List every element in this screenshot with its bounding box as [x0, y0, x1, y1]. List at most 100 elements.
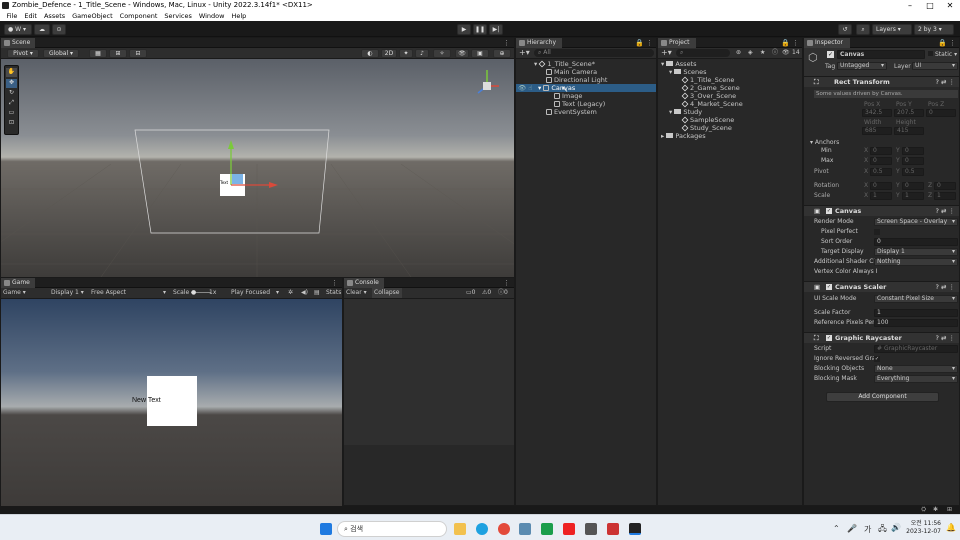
- ui-scale-mode-dropdown[interactable]: Constant Pixel Size ▾: [874, 295, 958, 303]
- component-menu-icons[interactable]: ? ⇄ ⋮: [935, 206, 955, 217]
- tab-scene[interactable]: Scene: [1, 38, 35, 48]
- scale-tool-icon[interactable]: ⤢: [6, 99, 17, 108]
- app-red-icon[interactable]: [607, 523, 619, 535]
- display-dropdown[interactable]: Display 1 ▾: [51, 288, 84, 298]
- object-name-field[interactable]: Canvas: [837, 50, 925, 59]
- audio-icon[interactable]: ♪: [415, 49, 429, 58]
- close-icon[interactable]: ✕: [940, 0, 960, 11]
- clock[interactable]: 오전 11:56 2023-12-07: [905, 520, 941, 536]
- play-button[interactable]: ▶: [457, 24, 471, 35]
- ignore-reversed-checkbox[interactable]: ✓: [874, 356, 880, 362]
- component-menu-icons[interactable]: ? ⇄ ⋮: [935, 282, 955, 293]
- unity-taskbar-icon[interactable]: [629, 523, 641, 535]
- start-icon[interactable]: [320, 523, 332, 535]
- tab-game[interactable]: Game: [1, 278, 35, 288]
- ref-ppu-field[interactable]: 100: [874, 319, 958, 327]
- project-item-study[interactable]: ▾ Study: [658, 108, 802, 116]
- more-icon[interactable]: ⋮: [503, 279, 510, 287]
- pause-button[interactable]: ❚❚: [473, 24, 487, 35]
- target-display-dropdown[interactable]: Display 1 ▾: [874, 248, 958, 256]
- error-count[interactable]: ⓘ0: [498, 288, 508, 298]
- status-icon-a[interactable]: ⛭: [921, 506, 926, 514]
- menu-file[interactable]: File: [3, 11, 21, 21]
- more-icon[interactable]: ⋮: [949, 39, 956, 47]
- tab-hierarchy[interactable]: Hierarchy: [516, 38, 562, 48]
- raycaster-enabled-checkbox[interactable]: ✓: [826, 335, 832, 341]
- light-icon[interactable]: ✦: [399, 49, 413, 58]
- shader-channels-dropdown[interactable]: Nothing ▾: [874, 258, 958, 266]
- game-viewport[interactable]: New Text: [1, 299, 342, 506]
- scaler-enabled-checkbox[interactable]: ✓: [826, 284, 832, 290]
- cloud-icon[interactable]: ☁: [34, 24, 50, 35]
- more-icon[interactable]: ⋮: [646, 39, 653, 47]
- rect-tool-icon[interactable]: ▭: [6, 109, 17, 118]
- scene-viewport[interactable]: Text: [1, 59, 514, 277]
- pickable-icon[interactable]: ☝: [528, 84, 532, 92]
- static-checkbox[interactable]: [928, 51, 933, 56]
- project-item-study-scene[interactable]: Study_Scene: [658, 124, 802, 132]
- add-icon[interactable]: +▾: [519, 48, 530, 58]
- more-icon[interactable]: ⋮: [331, 279, 338, 287]
- mute-audio-icon[interactable]: ◀): [301, 288, 308, 298]
- lock-icon[interactable]: 🔒: [938, 39, 947, 47]
- sort-order-field[interactable]: 0: [874, 238, 958, 246]
- tab-console[interactable]: Console: [344, 278, 384, 288]
- snap-increment-icon[interactable]: ⊞: [109, 49, 127, 58]
- search-by-type-icon[interactable]: ⊛: [736, 48, 741, 58]
- collapse-button[interactable]: Collapse: [372, 288, 402, 298]
- effects-icon[interactable]: ✧: [433, 49, 451, 58]
- play-focused-dropdown[interactable]: Play Focused: [231, 288, 270, 298]
- ruler-icon[interactable]: ⊟: [129, 49, 147, 58]
- menu-assets[interactable]: Assets: [40, 11, 68, 21]
- app-green-icon[interactable]: [541, 523, 553, 535]
- project-search-input[interactable]: ⌕: [676, 49, 730, 57]
- grid-snap-icon[interactable]: ▦: [89, 49, 107, 58]
- graphic-raycaster-header[interactable]: ⛶ ✓ Graphic Raycaster ? ⇄ ⋮: [804, 332, 959, 343]
- blocking-objects-dropdown[interactable]: None ▾: [874, 365, 958, 373]
- hierarchy-item-image[interactable]: Image: [516, 92, 656, 100]
- tag-dropdown[interactable]: Untagged ▾: [837, 62, 887, 70]
- global-toggle[interactable]: Global ▾: [43, 49, 79, 58]
- file-explorer-icon[interactable]: [454, 523, 466, 535]
- render-mode-dropdown[interactable]: Screen Space - Overlay ▾: [874, 218, 958, 226]
- project-item-4-market-scene[interactable]: 4_Market_Scene: [658, 100, 802, 108]
- lang-indicator[interactable]: 가: [864, 524, 871, 535]
- rotate-tool-icon[interactable]: ↻: [6, 89, 17, 98]
- tab-project[interactable]: Project: [658, 38, 696, 48]
- chevron-down-icon[interactable]: ▾: [276, 288, 279, 298]
- layout-dropdown[interactable]: 2 by 3 ▾: [914, 24, 954, 35]
- blocking-mask-dropdown[interactable]: Everything ▾: [874, 375, 958, 383]
- rect-transform-header[interactable]: ⛶ Rect Transform ? ⇄ ⋮: [804, 76, 959, 87]
- volume-icon[interactable]: 🔊: [891, 523, 901, 532]
- hierarchy-item-text-legacy[interactable]: Text (Legacy): [516, 100, 656, 108]
- scene-root[interactable]: ▾ 1_Title_Scene*: [516, 60, 656, 68]
- camera-icon[interactable]: ▣: [471, 49, 489, 58]
- project-item-3-over-scene[interactable]: 3_Over_Scene: [658, 92, 802, 100]
- lock-icon[interactable]: 🔒: [781, 39, 790, 47]
- favorite-icon[interactable]: ★: [760, 48, 765, 58]
- notification-icon[interactable]: 🔔: [946, 523, 956, 532]
- log-count[interactable]: ▭0: [466, 288, 476, 298]
- shading-icon[interactable]: ◐: [361, 49, 379, 58]
- layers-dropdown[interactable]: Layers ▾: [872, 24, 912, 35]
- status-icon-c[interactable]: ⊞: [947, 506, 952, 513]
- edge-icon[interactable]: [476, 523, 488, 535]
- history-icon[interactable]: ↺: [838, 24, 852, 35]
- add-component-button[interactable]: Add Component: [826, 392, 939, 402]
- hierarchy-search-input[interactable]: ⌕ All: [534, 49, 654, 57]
- scale-slider-thumb[interactable]: ●: [191, 288, 196, 298]
- project-item-assets[interactable]: ▾ Assets: [658, 60, 802, 68]
- gizmo-xy-plane[interactable]: [232, 174, 243, 184]
- stats-button[interactable]: Stats: [326, 288, 341, 298]
- add-icon[interactable]: +▾: [661, 48, 672, 58]
- clear-button[interactable]: Clear ▾: [346, 288, 367, 298]
- static-label[interactable]: Static ▾: [935, 51, 957, 58]
- project-item-scenes[interactable]: ▾ Scenes: [658, 68, 802, 76]
- menu-gameobject[interactable]: GameObject: [69, 11, 117, 21]
- mode-2d-button[interactable]: 2D: [381, 49, 397, 58]
- pivot-toggle[interactable]: Pivot ▾: [7, 49, 39, 58]
- game-mode-dropdown[interactable]: Game ▾: [3, 288, 26, 298]
- scale-factor-field[interactable]: 1: [874, 309, 958, 317]
- hierarchy-item-eventsystem[interactable]: EventSystem: [516, 108, 656, 116]
- microphone-icon[interactable]: 🎤: [847, 524, 857, 533]
